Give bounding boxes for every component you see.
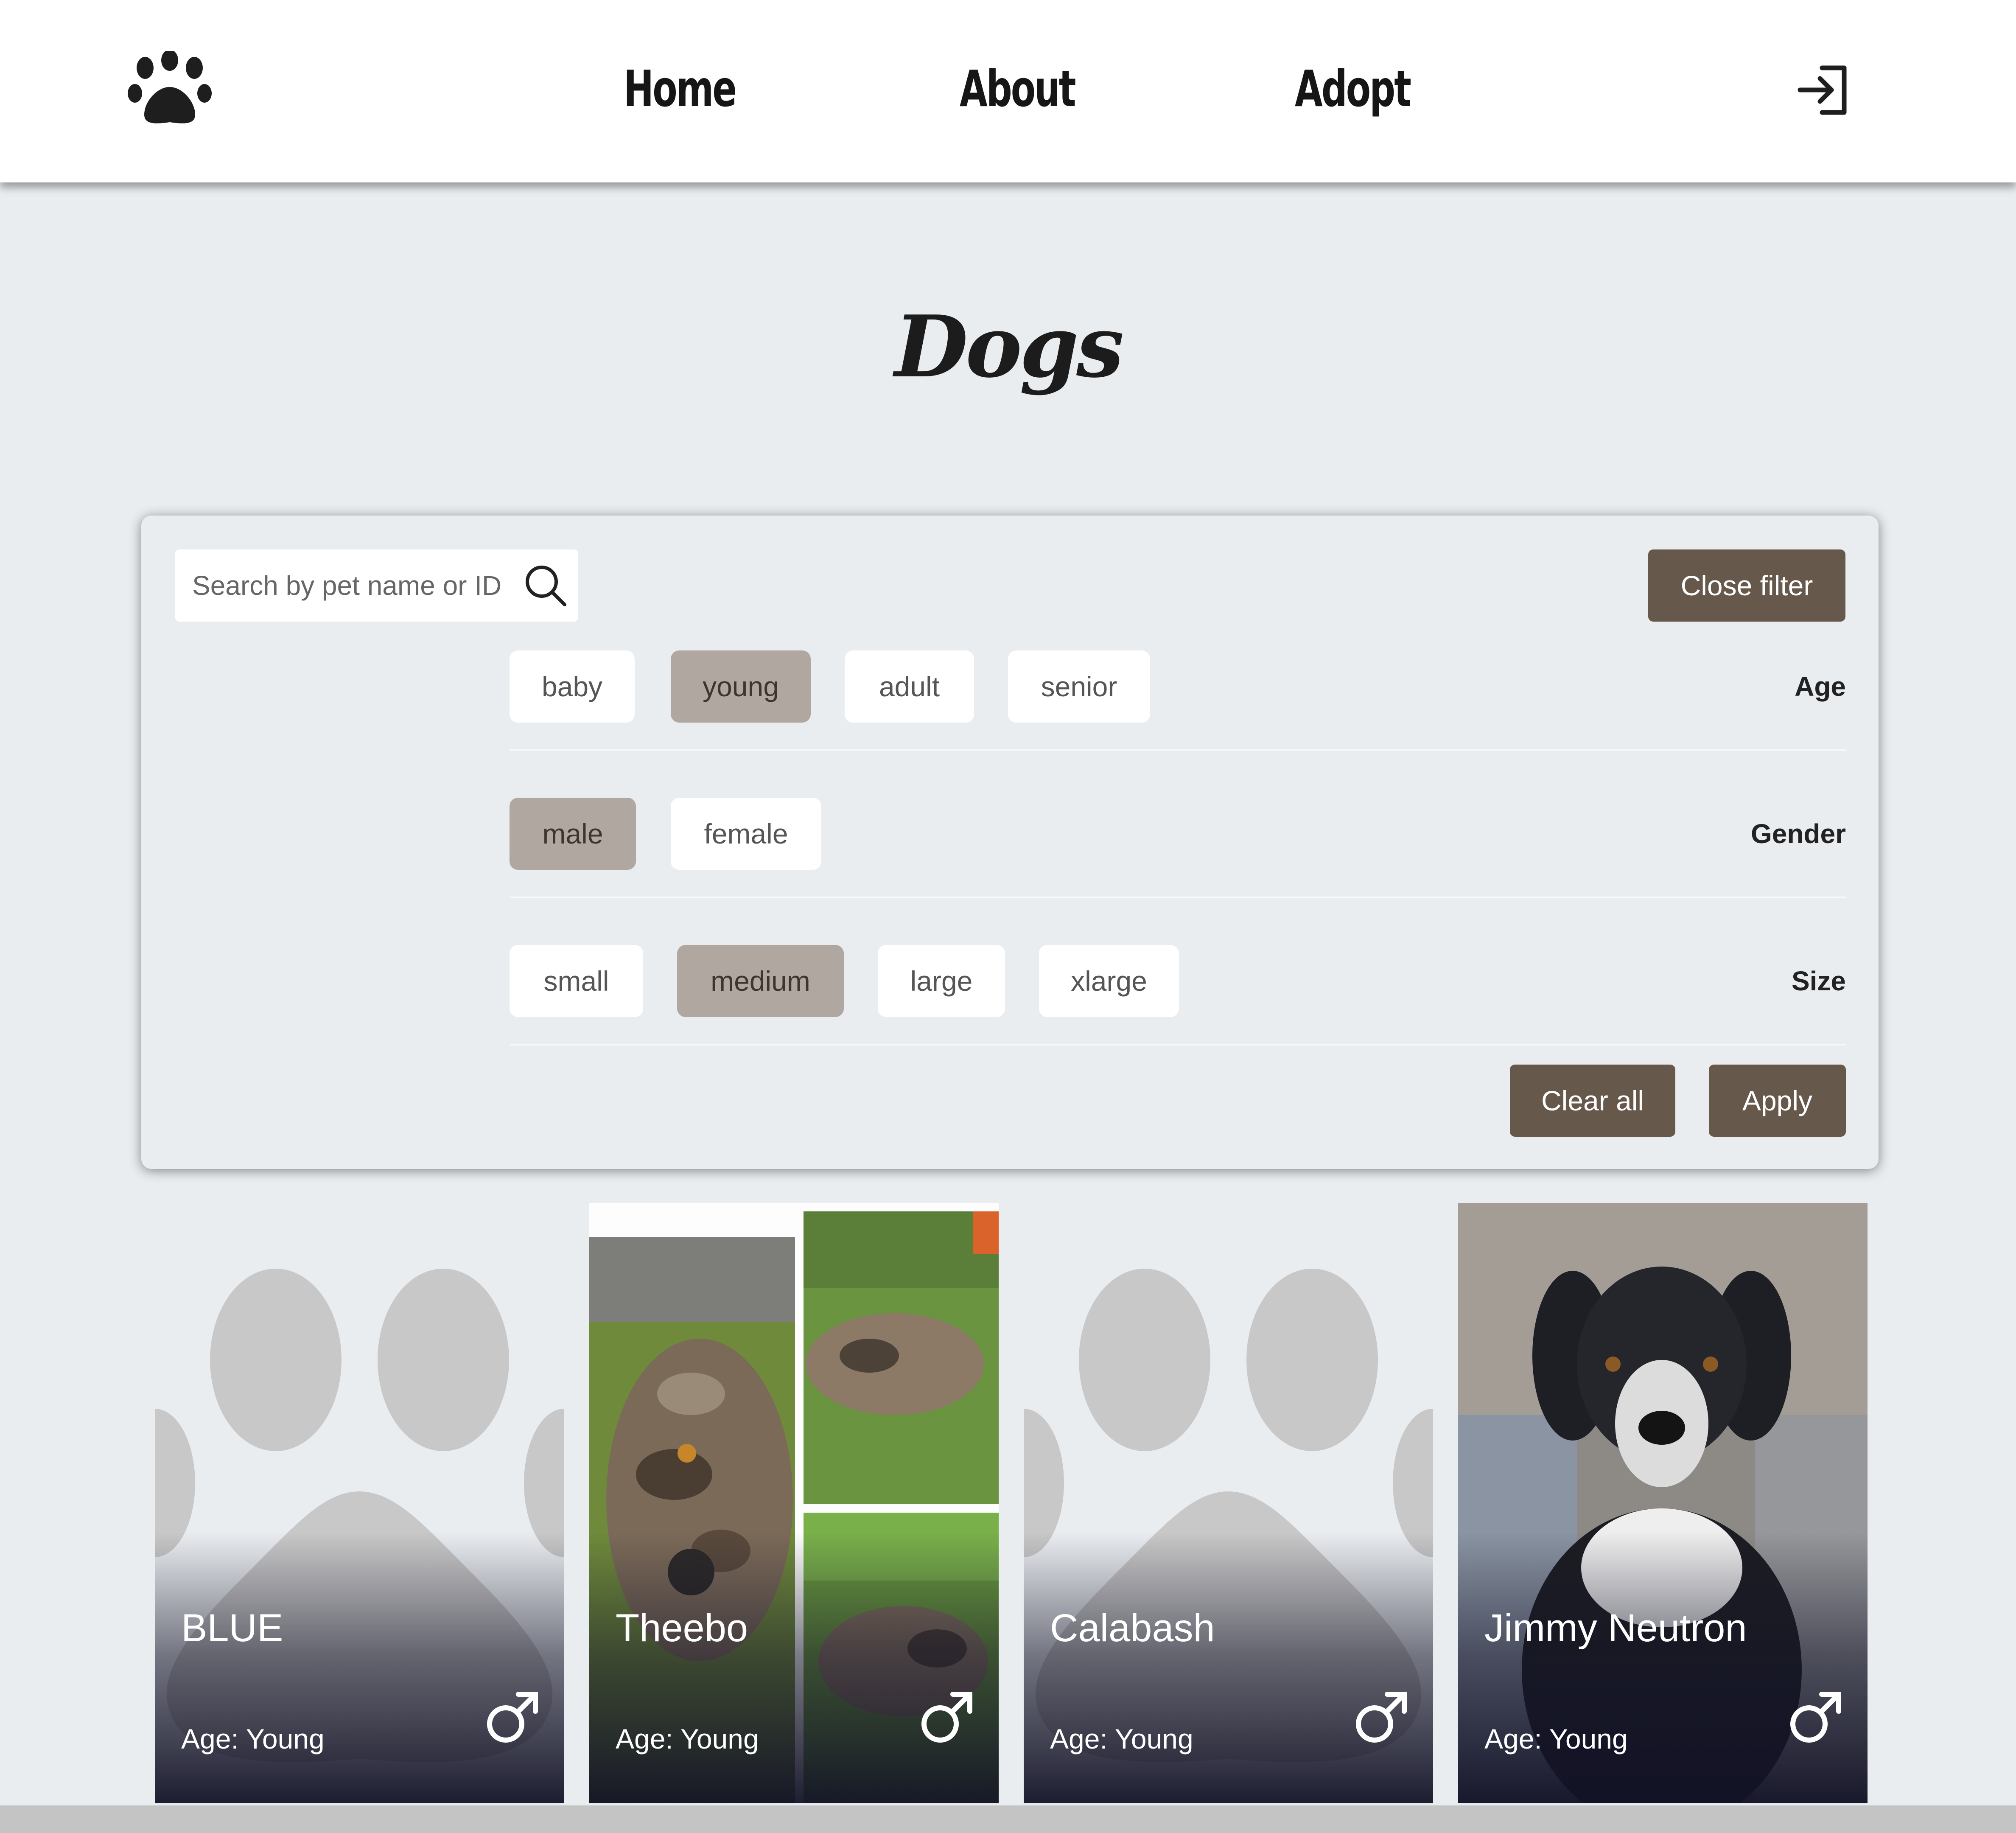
clear-all-button[interactable]: Clear all (1510, 1065, 1675, 1137)
pet-card-blue[interactable]: BLUE Age: Young (155, 1203, 564, 1803)
size-chip-large[interactable]: large (878, 945, 1005, 1017)
pet-age: Age: Young (1050, 1723, 1193, 1755)
apply-button[interactable]: Apply (1709, 1065, 1846, 1137)
male-icon (1356, 1692, 1407, 1743)
search-icon[interactable] (522, 562, 569, 609)
card-gradient (155, 1532, 564, 1803)
gender-chip-female[interactable]: female (671, 798, 821, 870)
size-chip-small[interactable]: small (510, 945, 643, 1017)
search-box (175, 549, 578, 622)
nav-adopt-link[interactable]: Adopt (1295, 59, 1411, 118)
paw-logo-icon[interactable] (127, 51, 212, 127)
close-filter-button[interactable]: Close filter (1648, 549, 1845, 622)
pet-name: Jimmy Neutron (1484, 1606, 1747, 1650)
top-navbar: Home About Adopt (0, 0, 2016, 182)
age-filter-row: baby young adult senior Age (510, 650, 1846, 723)
size-chip-xlarge[interactable]: xlarge (1039, 945, 1179, 1017)
divider (510, 897, 1846, 898)
pet-card-calabash[interactable]: Calabash Age: Young (1024, 1203, 1433, 1803)
age-label: Age (1795, 671, 1846, 702)
age-chip-young[interactable]: young (671, 650, 811, 723)
card-gradient (589, 1532, 999, 1803)
male-icon (487, 1692, 538, 1743)
filter-panel: Close filter baby young adult senior Age… (141, 516, 1879, 1169)
age-chip-senior[interactable]: senior (1008, 650, 1150, 723)
card-gradient (1024, 1532, 1433, 1803)
size-label: Size (1791, 966, 1846, 996)
pet-age: Age: Young (616, 1723, 759, 1755)
pet-card-theebo[interactable]: Theebo Age: Young (589, 1203, 999, 1803)
card-gradient (1458, 1532, 1868, 1803)
nav-home-link[interactable]: Home (624, 59, 737, 118)
pet-age: Age: Young (181, 1723, 325, 1755)
nav-about-link[interactable]: About (960, 59, 1076, 118)
pet-name: BLUE (181, 1606, 283, 1650)
page-title: Dogs (894, 297, 1124, 397)
gender-filter-row: male female Gender (510, 798, 1846, 870)
login-icon[interactable] (1797, 64, 1850, 117)
pet-age: Age: Young (1484, 1723, 1628, 1755)
pet-card-jimmy-neutron[interactable]: Jimmy Neutron Age: Young (1458, 1203, 1868, 1803)
horizontal-scrollbar[interactable] (0, 1805, 2016, 1833)
male-icon (1790, 1692, 1841, 1743)
search-input[interactable] (192, 549, 515, 622)
pet-name: Calabash (1050, 1606, 1215, 1650)
gender-chip-male[interactable]: male (510, 798, 636, 870)
gender-label: Gender (1750, 818, 1846, 849)
divider (510, 749, 1846, 751)
age-chip-baby[interactable]: baby (510, 650, 635, 723)
age-chip-adult[interactable]: adult (845, 650, 974, 723)
size-chip-medium[interactable]: medium (677, 945, 844, 1017)
size-filter-row: small medium large xlarge Size (510, 945, 1846, 1017)
male-icon (921, 1692, 972, 1743)
pet-name: Theebo (616, 1606, 748, 1650)
divider (510, 1044, 1846, 1045)
